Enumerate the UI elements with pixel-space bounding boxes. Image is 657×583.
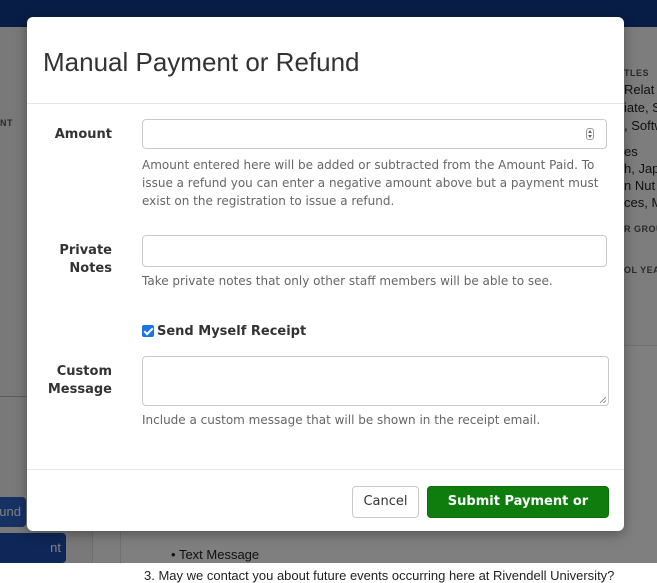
send-receipt-label[interactable]: Send Myself Receipt: [157, 323, 306, 341]
private-notes-help-text: Take private notes that only other staff…: [142, 274, 553, 288]
modal-footer: Cancel Submit Payment or Refund: [27, 469, 624, 531]
background-question: 3. May we contact you about future event…: [144, 568, 615, 583]
number-spinner-icon[interactable]: [586, 128, 594, 140]
custom-message-textarea[interactable]: [142, 356, 609, 406]
modal-header: Manual Payment or Refund: [27, 17, 624, 104]
amount-input[interactable]: [142, 119, 607, 149]
submit-payment-button[interactable]: Submit Payment or Refund: [427, 486, 609, 531]
cancel-button[interactable]: Cancel: [352, 486, 419, 518]
private-notes-input[interactable]: [142, 235, 607, 267]
amount-help-text: Amount entered here will be added or sub…: [142, 158, 599, 208]
resize-handle-icon[interactable]: [600, 397, 606, 403]
amount-label: Amount: [54, 127, 112, 142]
private-notes-label: Private Notes: [59, 243, 112, 276]
payment-modal: Manual Payment or Refund Amount Amount e…: [27, 17, 624, 531]
modal-title: Manual Payment or Refund: [43, 47, 360, 77]
custom-message-label: Custom Message: [47, 364, 112, 397]
custom-message-help-text: Include a custom message that will be sh…: [142, 413, 541, 427]
send-receipt-checkbox[interactable]: [142, 325, 154, 337]
